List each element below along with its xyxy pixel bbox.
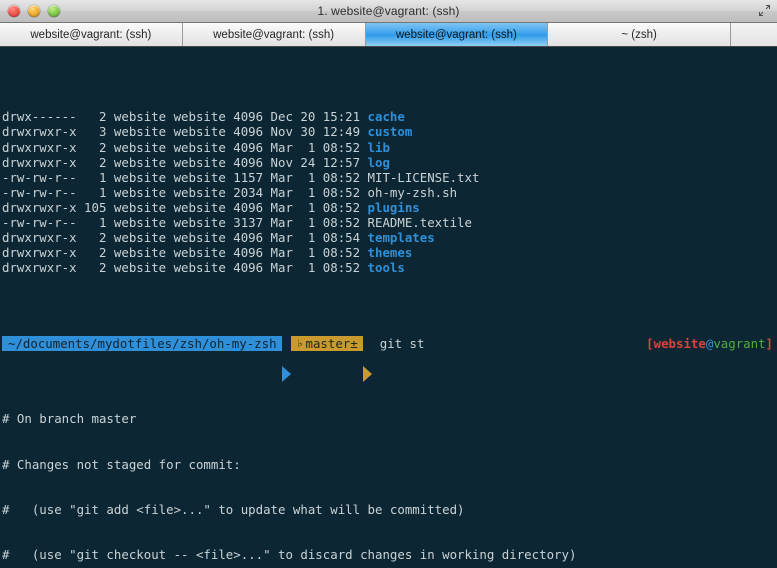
powerline-arrow-path bbox=[281, 336, 291, 382]
listing-directory-name: templates bbox=[367, 230, 435, 246]
fullscreen-icon[interactable] bbox=[755, 2, 773, 19]
tab-4[interactable]: ~ (zsh) bbox=[548, 23, 731, 46]
prompt-line-1: ~/documents/mydotfiles/zsh/oh-my-zsh ♭ ma… bbox=[2, 335, 777, 382]
git-status-line: # (use "git add <file>..." to update wha… bbox=[2, 501, 465, 517]
listing-row: drwx------ 2 website website 4096 Dec 20… bbox=[2, 109, 777, 124]
listing-row: drwxrwxr-x 2 website website 4096 Mar 1 … bbox=[2, 260, 777, 275]
listing-row-meta: -rw-rw-r-- 1 website website 2034 Mar 1 … bbox=[2, 184, 368, 200]
tab-bar: website@vagrant: (ssh) website@vagrant: … bbox=[0, 23, 777, 47]
listing-row: drwxrwxr-x 2 website website 4096 Nov 24… bbox=[2, 155, 777, 170]
listing-row-meta: drwxrwxr-x 2 website website 4096 Mar 1 … bbox=[2, 260, 368, 276]
prompt-git-segment: ♭ master± bbox=[290, 335, 363, 351]
listing-row: drwxrwxr-x 2 website website 4096 Mar 1 … bbox=[2, 230, 777, 245]
listing-row-meta: -rw-rw-r-- 1 website website 1157 Mar 1 … bbox=[2, 169, 368, 185]
listing-file-name: README.textile bbox=[367, 215, 472, 231]
git-branch-icon: ♭ bbox=[296, 335, 304, 350]
powerline-arrow-git bbox=[362, 336, 372, 382]
prompt-path-segment: ~/documents/mydotfiles/zsh/oh-my-zsh bbox=[2, 335, 282, 351]
rprompt-close-bracket: ] bbox=[765, 335, 773, 351]
directory-listing: drwx------ 2 website website 4096 Dec 20… bbox=[2, 109, 777, 275]
listing-row-meta: drwxrwxr-x 105 website website 4096 Mar … bbox=[2, 199, 368, 215]
listing-directory-name: plugins bbox=[367, 199, 420, 215]
tab-bar-spacer bbox=[731, 23, 777, 46]
git-status-line: # On branch master bbox=[2, 411, 137, 427]
listing-row: drwxrwxr-x 2 website website 4096 Mar 1 … bbox=[2, 140, 777, 155]
close-button[interactable] bbox=[8, 5, 20, 17]
listing-row-meta: drwx------ 2 website website 4096 Dec 20… bbox=[2, 109, 368, 125]
listing-directory-name: lib bbox=[367, 139, 390, 155]
listing-directory-name: tools bbox=[367, 260, 405, 276]
listing-directory-name: log bbox=[367, 154, 390, 170]
right-prompt-1: [website @ vagrant] bbox=[646, 336, 773, 351]
listing-row: -rw-rw-r-- 1 website website 2034 Mar 1 … bbox=[2, 185, 777, 200]
listing-row: drwxrwxr-x 2 website website 4096 Mar 1 … bbox=[2, 245, 777, 260]
prompt-command-1: git st bbox=[379, 335, 425, 351]
tab-3-active[interactable]: website@vagrant: (ssh) bbox=[365, 23, 549, 46]
window-titlebar: 1. website@vagrant: (ssh) bbox=[0, 0, 777, 23]
rprompt-user: website bbox=[653, 335, 706, 351]
listing-file-name: oh-my-zsh.sh bbox=[367, 184, 458, 200]
listing-directory-name: cache bbox=[367, 109, 405, 125]
listing-row-meta: drwxrwxr-x 3 website website 4096 Nov 30… bbox=[2, 124, 368, 140]
listing-row-meta: -rw-rw-r-- 1 website website 3137 Mar 1 … bbox=[2, 215, 368, 231]
terminal-output[interactable]: drwx------ 2 website website 4096 Dec 20… bbox=[0, 47, 777, 568]
listing-row: -rw-rw-r-- 1 website website 3137 Mar 1 … bbox=[2, 215, 777, 230]
maximize-button[interactable] bbox=[48, 5, 60, 17]
listing-row: drwxrwxr-x 3 website website 4096 Nov 30… bbox=[2, 124, 777, 139]
rprompt-host: vagrant bbox=[713, 335, 766, 351]
listing-directory-name: custom bbox=[367, 124, 413, 140]
listing-file-name: MIT-LICENSE.txt bbox=[367, 169, 480, 185]
tab-1[interactable]: website@vagrant: (ssh) bbox=[0, 23, 183, 46]
listing-directory-name: themes bbox=[367, 245, 413, 261]
rprompt-open-bracket: [ bbox=[646, 335, 654, 351]
git-status-line: # Changes not staged for commit: bbox=[2, 456, 241, 472]
listing-row: drwxrwxr-x 105 website website 4096 Mar … bbox=[2, 200, 777, 215]
window-title: 1. website@vagrant: (ssh) bbox=[317, 4, 460, 18]
minimize-button[interactable] bbox=[28, 5, 40, 17]
listing-row-meta: drwxrwxr-x 2 website website 4096 Mar 1 … bbox=[2, 139, 368, 155]
listing-row-meta: drwxrwxr-x 2 website website 4096 Mar 1 … bbox=[2, 230, 368, 246]
prompt-branch-label: master± bbox=[305, 335, 358, 351]
tab-2[interactable]: website@vagrant: (ssh) bbox=[182, 23, 366, 46]
window-controls bbox=[0, 5, 60, 17]
listing-row-meta: drwxrwxr-x 2 website website 4096 Nov 24… bbox=[2, 154, 368, 170]
git-status-line: # (use "git checkout -- <file>..." to di… bbox=[2, 547, 577, 563]
listing-row-meta: drwxrwxr-x 2 website website 4096 Mar 1 … bbox=[2, 245, 368, 261]
listing-row: -rw-rw-r-- 1 website website 1157 Mar 1 … bbox=[2, 170, 777, 185]
rprompt-at: @ bbox=[705, 335, 714, 351]
terminal-window: 1. website@vagrant: (ssh) website@vagran… bbox=[0, 0, 777, 568]
